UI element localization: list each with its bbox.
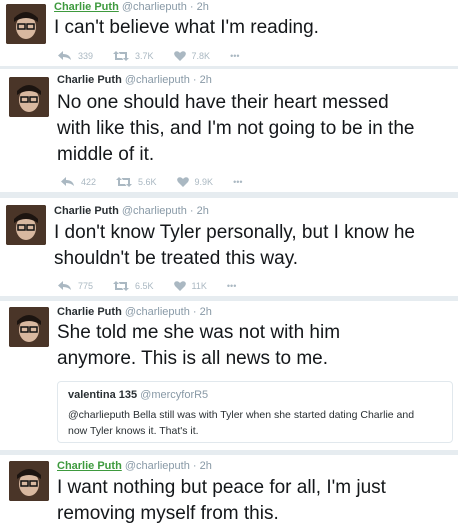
retweet-button[interactable]: 3.7K (113, 51, 154, 61)
tweet-2: Charlie Puth @charlieputh · 2h No one sh… (0, 69, 458, 192)
author-handle[interactable]: @charlieputh (125, 306, 190, 318)
reply-button[interactable]: 339 (58, 51, 93, 61)
tweet-text: No one should have their heart messed wi… (57, 90, 414, 168)
retweet-icon (113, 281, 130, 291)
tweet-actions: 422 5.6K 9.9K ••• (61, 177, 263, 187)
more-icon: ••• (233, 177, 243, 187)
tweet-actions: 339 3.7K 7.8K ••• (58, 51, 260, 61)
author-handle[interactable]: @charlieputh (125, 74, 190, 86)
author-name[interactable]: Charlie Puth (57, 460, 122, 472)
avatar[interactable] (9, 307, 49, 347)
more-button[interactable]: ••• (233, 177, 242, 187)
separator: · (192, 460, 197, 472)
tweet-text: I don't know Tyler personally, but I kno… (54, 220, 415, 272)
tweet-3: Charlie Puth @charlieputh · 2h I don't k… (0, 198, 458, 296)
tweet-5: Charlie Puth @charlieputh · 2h I want no… (0, 455, 458, 529)
quoted-line: @charlieputh Bella still was with Tyler … (68, 409, 415, 421)
tweet-4: Charlie Puth @charlieputh · 2h She told … (0, 301, 458, 450)
like-count: 9.9K (194, 177, 214, 187)
like-button[interactable]: 7.8K (173, 51, 211, 61)
timestamp[interactable]: 2h (200, 74, 212, 86)
reply-icon (61, 177, 74, 186)
timestamp[interactable]: 2h (200, 306, 212, 318)
reply-count: 775 (78, 281, 94, 291)
tweet-line: I can't believe what I'm reading. (54, 17, 319, 38)
avatar[interactable] (9, 77, 49, 117)
tweet-line: with like this, and I'm not going to be … (57, 118, 415, 139)
retweet-icon (116, 177, 133, 187)
tweet-header: Charlie Puth @charlieputh · 2h (57, 306, 212, 318)
reply-button[interactable]: 422 (61, 177, 96, 187)
retweet-count: 5.6K (138, 177, 157, 187)
quoted-author-name: valentina 135 (68, 389, 138, 401)
timestamp[interactable]: 2h (200, 460, 212, 472)
timestamp[interactable]: 2h (197, 205, 209, 217)
quoted-author[interactable]: valentina 135 @mercyforR5 (68, 389, 208, 401)
tweet-text: I want nothing but peace for all, I'm ju… (57, 475, 386, 527)
quoted-author-handle: @mercyforR5 (140, 389, 209, 401)
author-name[interactable]: Charlie Puth (57, 74, 122, 86)
tweet-1: Charlie Puth @charlieputh · 2h I can't b… (0, 0, 458, 66)
author-handle[interactable]: @charlieputh (125, 460, 190, 472)
timestamp[interactable]: 2h (197, 1, 209, 13)
tweet-line: She told me she was not with him (57, 322, 341, 343)
like-button[interactable]: 11K (173, 281, 207, 291)
retweet-button[interactable]: 5.6K (116, 177, 157, 187)
tweet-line: removing myself from this. (57, 503, 279, 524)
author-handle[interactable]: @charlieputh (122, 1, 187, 13)
more-icon: ••• (230, 51, 240, 61)
tweet-actions: 775 6.5K 11K ••• (58, 281, 256, 291)
author-name[interactable]: Charlie Puth (54, 1, 119, 13)
tweet-text: I can't believe what I'm reading. (54, 15, 319, 40)
quoted-text: @charlieputh Bella still was with Tyler … (68, 407, 414, 439)
tweet-line: shouldn't be treated this way. (54, 248, 299, 269)
avatar[interactable] (6, 4, 46, 44)
reply-count: 422 (81, 177, 97, 187)
tweet-header: Charlie Puth @charlieputh · 2h (57, 74, 212, 86)
tweet-line: middle of it. (57, 144, 155, 165)
heart-icon (176, 177, 189, 187)
retweet-count: 6.5K (135, 281, 154, 291)
avatar[interactable] (6, 205, 46, 245)
reply-icon (58, 281, 71, 290)
separator: · (192, 306, 197, 318)
like-count: 11K (191, 281, 207, 291)
more-button[interactable]: ••• (227, 281, 236, 291)
reply-icon (58, 51, 71, 60)
retweet-button[interactable]: 6.5K (113, 281, 154, 291)
tweet-header: Charlie Puth @charlieputh · 2h (57, 460, 212, 472)
retweet-count: 3.7K (135, 51, 154, 61)
like-button[interactable]: 9.9K (176, 177, 214, 187)
author-name[interactable]: Charlie Puth (57, 306, 122, 318)
tweet-line: No one should have their heart messed (57, 92, 389, 113)
heart-icon (173, 51, 186, 61)
quoted-tweet[interactable]: valentina 135 @mercyforR5 @charlieputh B… (57, 381, 453, 443)
separator: · (189, 1, 194, 13)
separator: · (192, 74, 197, 86)
tweet-line: I don't know Tyler personally, but I kno… (54, 222, 415, 243)
tweet-line: anymore. This is all news to me. (57, 348, 329, 369)
reply-button[interactable]: 775 (58, 281, 93, 291)
retweet-icon (113, 51, 130, 61)
tweet-line: I want nothing but peace for all, I'm ju… (57, 477, 386, 498)
quoted-line: now Tyler knows it. That's it. (68, 425, 199, 437)
more-button[interactable]: ••• (230, 51, 239, 61)
avatar[interactable] (9, 461, 49, 501)
author-name[interactable]: Charlie Puth (54, 205, 119, 217)
separator: · (189, 205, 194, 217)
tweet-header: Charlie Puth @charlieputh · 2h (54, 1, 209, 13)
tweet-text: She told me she was not with him anymore… (57, 320, 340, 372)
like-count: 7.8K (191, 51, 211, 61)
heart-icon (173, 281, 186, 291)
more-icon: ••• (226, 281, 237, 291)
tweet-header: Charlie Puth @charlieputh · 2h (54, 205, 209, 217)
reply-count: 339 (78, 51, 94, 61)
author-handle[interactable]: @charlieputh (122, 205, 187, 217)
